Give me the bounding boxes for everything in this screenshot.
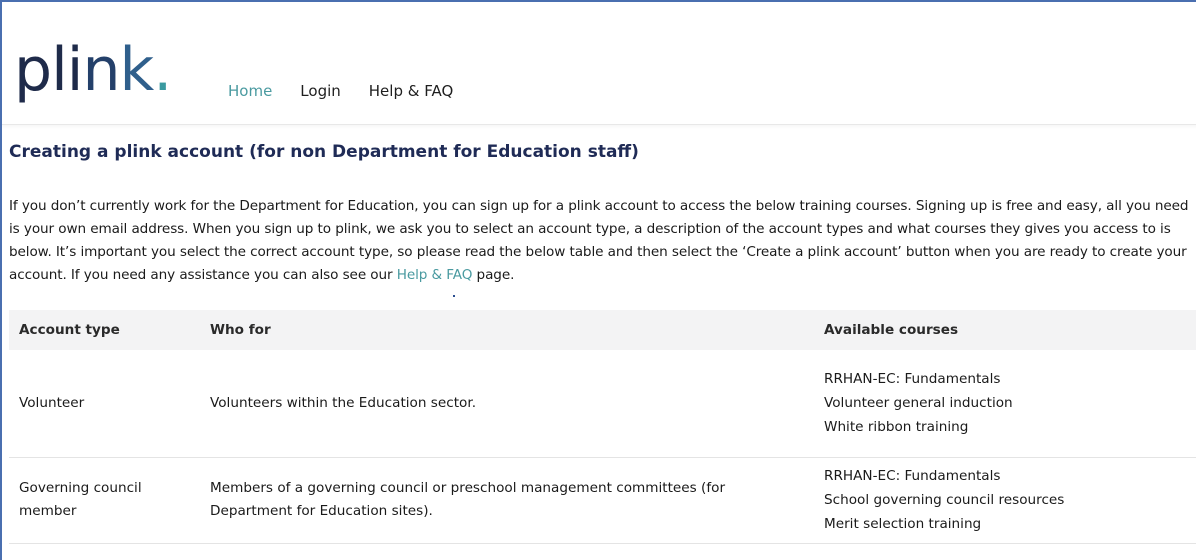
main-nav: Home Login Help & FAQ: [228, 82, 453, 100]
cell-who-for: Members of a governing council or presch…: [210, 480, 726, 519]
course-item: Merit selection training: [824, 516, 982, 532]
intro-end-text: page.: [472, 267, 515, 283]
nav-help-faq-link[interactable]: Help & FAQ: [369, 82, 454, 100]
course-item: RRHAN-EC: Fundamentals: [824, 468, 1001, 484]
cell-account-type: Governing council member: [19, 480, 142, 519]
header-available-courses: Available courses: [824, 322, 959, 338]
cell-available-courses: RRHAN-EC: Fundamentals School governing …: [814, 457, 1196, 543]
site-header: plink. Home Login Help & FAQ: [2, 2, 1196, 125]
course-item: School governing council resources: [824, 492, 1065, 508]
account-types-table: Account type Who for Available courses V…: [9, 310, 1196, 544]
header-account-type: Account type: [19, 322, 120, 338]
logo-text-i: i: [66, 35, 84, 105]
table-row: Governing council member Members of a go…: [9, 457, 1196, 543]
course-item: White ribbon training: [824, 419, 969, 436]
intro-text: If you don’t currently work for the Depa…: [9, 198, 1189, 283]
help-faq-inline-link[interactable]: Help & FAQ: [397, 267, 473, 283]
table-row: Volunteer Volunteers within the Educatio…: [9, 350, 1196, 457]
logo-text-n: n: [82, 35, 120, 105]
decorative-dot: [453, 295, 455, 297]
page-frame: plink. Home Login Help & FAQ Creating a …: [0, 0, 1196, 560]
nav-login-link[interactable]: Login: [300, 82, 340, 100]
intro-paragraph: If you don’t currently work for the Depa…: [9, 195, 1191, 287]
plink-logo[interactable]: plink.: [14, 30, 172, 110]
logo-dot: .: [153, 35, 172, 105]
table-header-row: Account type Who for Available courses: [9, 310, 1196, 350]
nav-home-link[interactable]: Home: [228, 82, 272, 100]
header-who-for: Who for: [210, 322, 271, 338]
logo-text-pl: pl: [14, 35, 68, 105]
page-title: Creating a plink account (for non Depart…: [9, 142, 639, 162]
course-item: Volunteer general induction: [824, 395, 1013, 412]
cell-account-type: Volunteer: [19, 394, 85, 411]
cell-who-for: Volunteers within the Education sector.: [210, 394, 477, 411]
course-item: RRHAN-EC: Fundamentals: [824, 371, 1001, 388]
cell-available-courses: RRHAN-EC: Fundamentals Volunteer general…: [814, 350, 1196, 457]
logo-text-k: k: [119, 35, 154, 105]
